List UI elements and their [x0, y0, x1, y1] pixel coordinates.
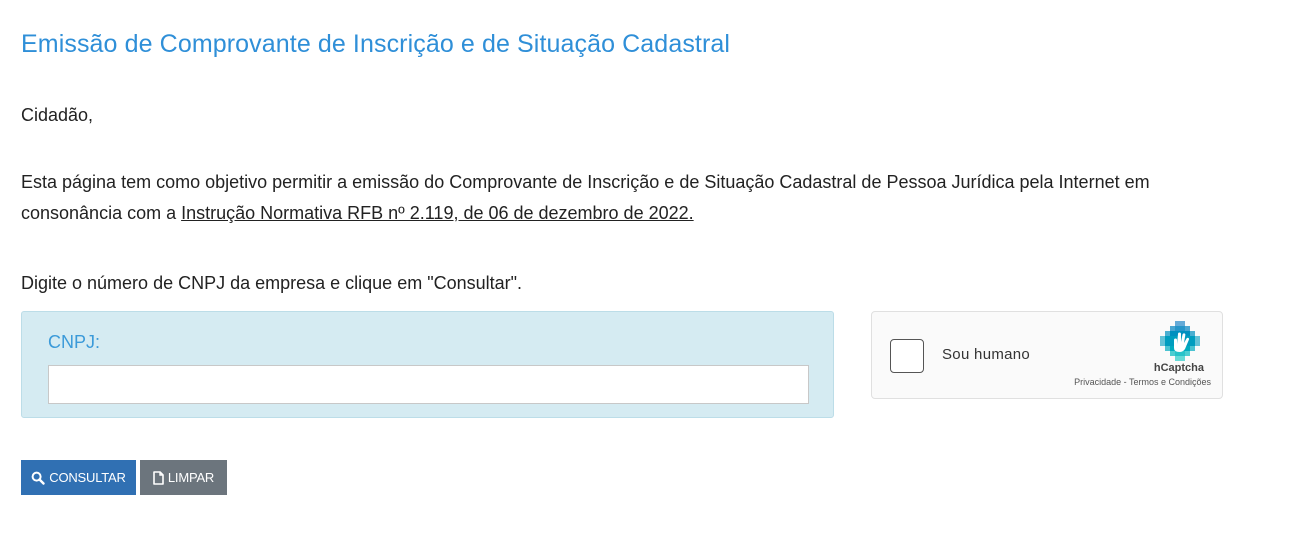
hcaptcha-logo-icon: [1160, 321, 1200, 361]
page-title: Emissão de Comprovante de Inscrição e de…: [21, 30, 731, 58]
captcha-checkbox[interactable]: [890, 339, 924, 373]
captcha-terms-link[interactable]: Termos e Condições: [1129, 377, 1211, 387]
cnpj-panel: CNPJ:: [21, 311, 834, 418]
consultar-label: CONSULTAR: [49, 470, 126, 485]
greeting-text: Cidadão,: [21, 105, 94, 125]
hcaptcha-brand: hCaptcha: [1153, 362, 1204, 374]
hcaptcha-widget: Sou humano hCaptcha Privacidade - Termos…: [871, 311, 1223, 399]
intro-paragraph: Esta página tem como objetivo permitir a…: [21, 167, 1251, 229]
consultar-button[interactable]: CONSULTAR: [21, 460, 136, 495]
captcha-label: Sou humano: [942, 346, 1031, 363]
normative-instruction-link[interactable]: Instrução Normativa RFB nº 2.119, de 06 …: [181, 203, 694, 223]
cnpj-label: CNPJ:: [48, 332, 101, 352]
limpar-button[interactable]: LIMPAR: [140, 460, 227, 495]
instruction-text: Digite o número de CNPJ da empresa e cli…: [21, 273, 523, 293]
file-icon: [153, 470, 164, 485]
page: Emissão de Comprovante de Inscrição e de…: [0, 0, 1300, 536]
captcha-link-separator: -: [1121, 377, 1129, 387]
captcha-privacy-link[interactable]: Privacidade: [1074, 377, 1121, 387]
search-icon: [31, 471, 45, 485]
captcha-links: Privacidade - Termos e Condições: [1074, 377, 1211, 387]
limpar-label: LIMPAR: [167, 470, 215, 485]
cnpj-input[interactable]: [48, 365, 809, 404]
